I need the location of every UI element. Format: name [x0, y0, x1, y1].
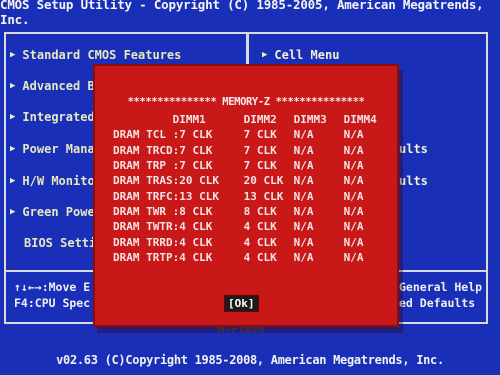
dimm3-value: N/A — [293, 250, 314, 264]
dimm2-value: 7 CLK — [243, 128, 277, 142]
column-header — [113, 112, 173, 127]
timing-name: DRAM TRFC — [113, 189, 173, 203]
table-row: DRAM TRCD :7 CLK 7 CLK N/A N/A — [113, 143, 384, 158]
menu-item-load-optimized-partial[interactable]: ults — [399, 174, 428, 188]
timing-name: DRAM TRCD — [113, 143, 173, 157]
dimm1-value: :20 CLK — [172, 174, 219, 188]
table-row: DRAM TWR :8 CLK 8 CLK N/A N/A — [113, 204, 384, 219]
dimm4-value: N/A — [343, 250, 364, 264]
dimm4-value: N/A — [343, 159, 364, 173]
dimm1-value: :7 CLK — [172, 143, 213, 157]
footer-copyright: v02.63 (C)Copyright 1985-2008, American … — [56, 353, 444, 367]
menu-item-power-management[interactable]: ▶ Power Manag — [10, 142, 102, 156]
dimm1-value: :7 CLK — [172, 159, 213, 173]
menu-item-label: Advanced BI — [22, 79, 102, 93]
menu-item-label: Integrated — [22, 110, 95, 124]
timing-name: DRAM TRAS — [113, 174, 173, 188]
dimm4-value: N/A — [343, 128, 364, 142]
menu-item-integrated[interactable]: ▶ Integrated — [10, 110, 95, 124]
ok-button[interactable]: [Ok] — [224, 295, 259, 312]
dimm2-value: 4 CLK — [243, 220, 277, 234]
dimm3-value: N/A — [293, 159, 314, 173]
window-title: CMOS Setup Utility - Copyright (C) 1985-… — [0, 0, 484, 27]
timing-name: DRAM TWR — [113, 204, 166, 218]
dimm2-value: 8 CLK — [243, 204, 277, 218]
dimm2-value: 7 CLK — [243, 143, 277, 157]
dialog-title: *************** MEMORY-Z *************** — [127, 96, 365, 108]
arrow-right-icon: ▶ — [10, 112, 16, 122]
timing-name: DRAM TRP — [113, 159, 166, 173]
column-header: DIMM4 — [343, 113, 377, 127]
dimm1-value: :8 CLK — [172, 204, 213, 218]
dimm1-value: :13 CLK — [172, 189, 219, 203]
memory-timing-table: DIMM1 DIMM2 DIMM3 DIMM4 DRAM TCL :7 CLK … — [113, 112, 384, 265]
column-header: DIMM2 — [243, 113, 277, 127]
dimm4-value: N/A — [343, 189, 364, 203]
dimm3-value: N/A — [293, 220, 314, 234]
table-row: DRAM TCL :7 CLK 7 CLK N/A N/A — [113, 127, 384, 142]
menu-item-label: ults — [399, 142, 428, 156]
dimm1-value: :4 CLK — [172, 220, 213, 234]
menu-item-hw-monitor[interactable]: ▶ H/W Monitor — [10, 174, 102, 188]
timing-name: DRAM TCL — [113, 128, 166, 142]
dimm4-value: N/A — [343, 174, 364, 188]
dimm3-value: N/A — [293, 128, 314, 142]
menu-item-label: Cell Menu — [274, 48, 340, 62]
help-cpu-spec: F4:CPU Spec — [14, 296, 91, 310]
help-general: General Help — [399, 280, 483, 294]
dimm1-value: :4 CLK — [172, 250, 213, 264]
arrow-right-icon: ▶ — [10, 81, 16, 91]
dimm2-value: 7 CLK — [243, 159, 277, 173]
menu-item-bios-setting[interactable]: BIOS Settin — [24, 236, 103, 250]
dimm4-value: N/A — [343, 220, 364, 234]
menu-item-label: Power Manag — [22, 142, 102, 156]
arrow-right-icon: ▶ — [10, 176, 16, 186]
table-header-row: DIMM1 DIMM2 DIMM3 DIMM4 — [113, 112, 384, 127]
column-header: DIMM3 — [293, 113, 327, 127]
dimm3-value: N/A — [293, 204, 314, 218]
table-row: DRAM TRRD :4 CLK 4 CLK N/A N/A — [113, 234, 384, 249]
dimm4-value: N/A — [343, 204, 364, 218]
memory-z-dialog: *************** MEMORY-Z ***************… — [93, 64, 399, 327]
dimm2-value: 20 CLK — [243, 174, 284, 188]
timing-name: DRAM TRTP — [113, 250, 173, 264]
table-row: DRAM TRAS :20 CLK 20 CLK N/A N/A — [113, 173, 384, 188]
dimm2-value: 4 CLK — [243, 235, 277, 249]
menu-item-green-power[interactable]: ▶ Green Power — [10, 205, 102, 219]
timing-name: DRAM TRRD — [113, 235, 173, 249]
menu-item-advanced-bios[interactable]: ▶ Advanced BI — [10, 79, 102, 93]
help-move: ↑↓←→:Move E — [14, 280, 91, 294]
arrow-right-icon: ▶ — [10, 144, 16, 154]
dimm3-value: N/A — [293, 143, 314, 157]
timing-name: DRAM TWTR — [113, 220, 173, 234]
arrow-right-icon: ▶ — [262, 50, 268, 60]
dimm4-value: N/A — [343, 143, 364, 157]
arrow-right-icon: ▶ — [10, 207, 16, 217]
menu-item-label: ults — [399, 174, 428, 188]
help-defaults: ed Defaults — [399, 296, 476, 310]
menu-item-label: Green Power — [22, 205, 102, 219]
menu-item-standard-cmos[interactable]: ▶ Standard CMOS Features — [10, 48, 181, 62]
dimm2-value: 4 CLK — [243, 250, 277, 264]
menu-item-label: BIOS Settin — [24, 236, 104, 250]
dimm3-value: N/A — [293, 189, 314, 203]
dimm2-value: 13 CLK — [243, 189, 284, 203]
table-row: DRAM TRTP :4 CLK 4 CLK N/A N/A — [113, 250, 384, 265]
table-row: DRAM TWTR :4 CLK 4 CLK N/A N/A — [113, 219, 384, 234]
menu-item-label: Standard CMOS Features — [22, 48, 182, 62]
dimm1-value: :4 CLK — [172, 235, 213, 249]
dimm4-value: N/A — [343, 235, 364, 249]
menu-item-cell-menu[interactable]: ▶ Cell Menu — [262, 48, 339, 62]
table-row: DRAM TRP :7 CLK 7 CLK N/A N/A — [113, 158, 384, 173]
table-row: DRAM TRFC :13 CLK 13 CLK N/A N/A — [113, 188, 384, 203]
column-header: DIMM1 — [172, 113, 206, 127]
menu-item-label: H/W Monitor — [22, 174, 102, 188]
menu-item-load-defaults-partial[interactable]: ults — [399, 142, 428, 156]
arrow-right-icon: ▶ — [10, 50, 16, 60]
dimm3-value: N/A — [293, 174, 314, 188]
dimm1-value: :7 CLK — [172, 128, 213, 142]
dimm3-value: N/A — [293, 235, 314, 249]
